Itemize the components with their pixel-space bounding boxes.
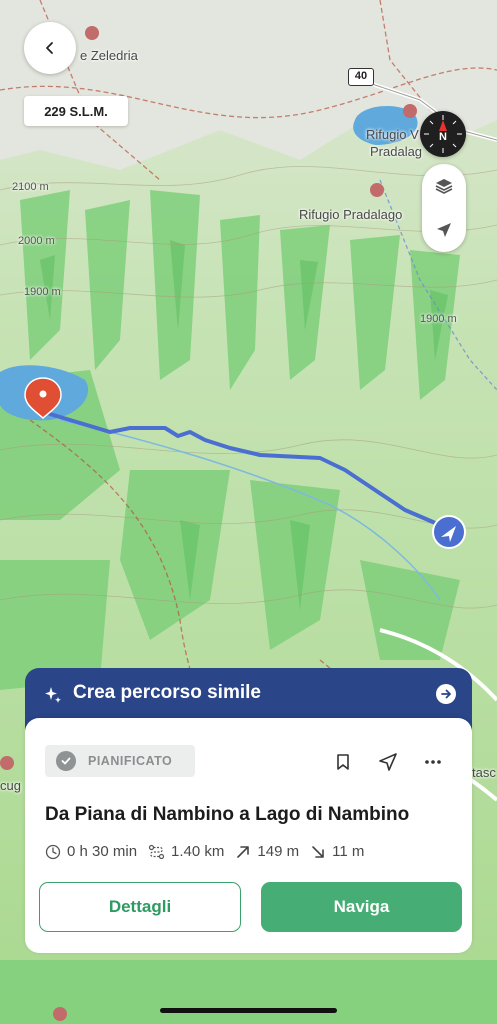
clock-icon [45, 844, 61, 859]
bookmark-icon [337, 754, 349, 770]
route-stats: 0 h 30 min 1.40 km 149 m 11 m [45, 843, 375, 860]
more-options-button[interactable] [420, 749, 446, 775]
navigation-arrow-icon [437, 223, 451, 237]
road-number-badge: 40 [348, 68, 374, 86]
route-title: Da Piana di Nambino a Lago di Nambino [45, 804, 410, 825]
details-button[interactable]: Dettagli [39, 882, 241, 932]
route-card: PIANIFICATO Da Piana di Nambino a Lago d… [25, 718, 472, 953]
layers-icon [435, 179, 453, 194]
elevation-label: 1900 m [24, 286, 61, 298]
status-label: PIANIFICATO [88, 754, 173, 768]
elevation-label: 2100 m [12, 181, 49, 193]
map-label-rifugio-pradalago: Rifugio Pradalago [299, 207, 403, 222]
elevation-label: 1900 m [420, 313, 457, 325]
duration-stat: 0 h 30 min [45, 843, 137, 860]
arrow-down-right-icon [312, 845, 324, 858]
descent-value: 11 m [332, 843, 365, 860]
share-button[interactable] [375, 749, 401, 775]
route-distance-icon [148, 844, 165, 859]
distance-stat: 1.40 km [148, 843, 224, 860]
layers-button[interactable] [422, 164, 466, 208]
arrow-up-right-icon [237, 845, 250, 858]
map-controls [422, 164, 466, 252]
back-button[interactable] [24, 22, 76, 74]
map-label-pradalago: Pradalag [370, 144, 423, 159]
bookmark-button[interactable] [330, 749, 356, 775]
map-label-rifugio: Rifugio V [366, 127, 419, 142]
location-marker-icon [432, 515, 466, 549]
compass-button[interactable]: N [420, 111, 466, 157]
send-icon [379, 753, 397, 771]
map-label-zeledria: e Zeledria [80, 48, 138, 63]
navigate-button[interactable]: Naviga [261, 882, 462, 932]
check-icon [56, 751, 76, 771]
distance-value: 1.40 km [171, 843, 225, 860]
arrow-right-icon [436, 684, 456, 704]
more-dots-icon [425, 760, 441, 764]
elevation-label: 2000 m [18, 235, 55, 247]
home-indicator[interactable] [160, 1008, 337, 1013]
create-similar-label: Crea percorso simile [73, 682, 261, 703]
sparkle-icon [45, 687, 61, 703]
duration-value: 0 h 30 min [67, 843, 138, 860]
compass-letter: N [439, 131, 447, 143]
chevron-left-icon [46, 42, 53, 54]
descent-stat: 11 m [310, 843, 364, 860]
ascent-value: 149 m [257, 843, 300, 860]
status-badge: PIANIFICATO [45, 745, 195, 777]
ascent-stat: 149 m [235, 843, 299, 860]
altitude-badge: 229 S.L.M. [24, 96, 128, 126]
map-label-edge: cug [0, 778, 21, 793]
locate-button[interactable] [422, 208, 466, 252]
map-label-edge: tasc [472, 765, 496, 780]
